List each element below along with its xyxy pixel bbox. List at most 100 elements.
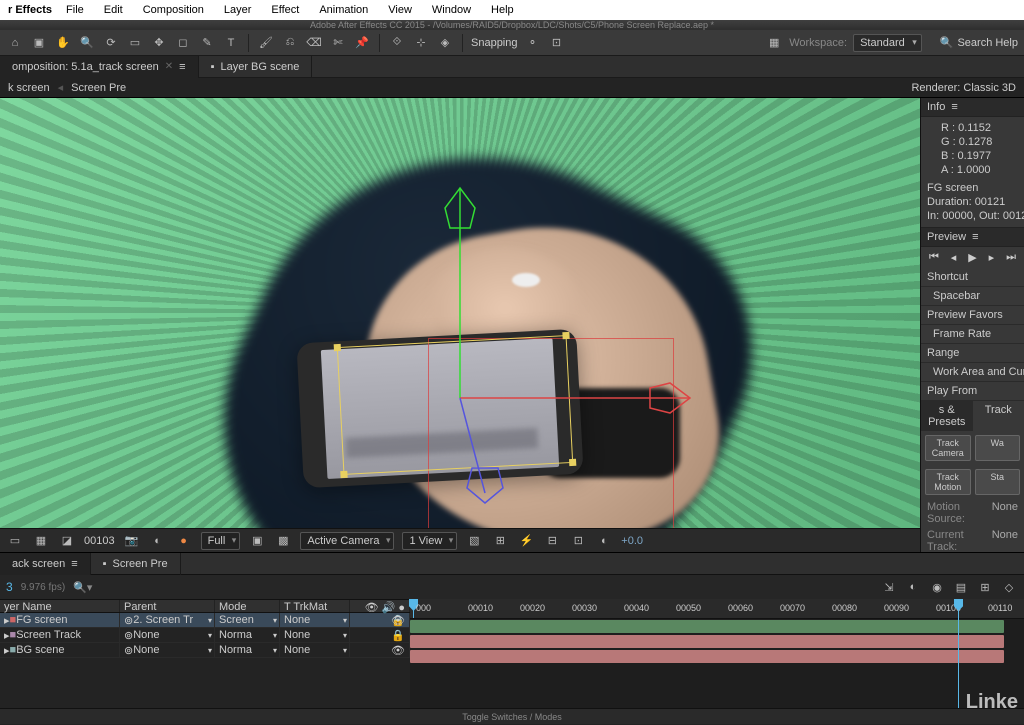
info-panel-header[interactable]: Info≡	[921, 98, 1024, 117]
view-opt-icon[interactable]: ▧	[465, 532, 483, 550]
pixel-aspect-icon[interactable]: ⊞	[491, 532, 509, 550]
axis-world-icon[interactable]: ⊹	[412, 34, 430, 52]
brainstorm-icon[interactable]: ⊞	[976, 578, 994, 596]
home-tool-icon[interactable]: ⌂	[6, 34, 24, 52]
menu-help[interactable]: Help	[481, 4, 524, 16]
snapshot-icon[interactable]: 📷	[123, 532, 141, 550]
layer-row-screen-track[interactable]: ▸ ■ Screen Track ⊚ None Norma None 🔒	[0, 628, 410, 643]
track-bar-bg[interactable]	[410, 650, 1004, 663]
selection-tool-icon[interactable]: ▣	[30, 34, 48, 52]
handle-br[interactable]	[569, 459, 576, 466]
layer-switches[interactable]: 👁	[350, 643, 410, 657]
pen-tool-icon[interactable]: ✎	[198, 34, 216, 52]
last-frame-icon[interactable]: ⏭	[1006, 251, 1016, 264]
preview-panel-header[interactable]: Preview≡	[921, 228, 1024, 247]
menu-window[interactable]: Window	[422, 4, 481, 16]
parent-dropdown[interactable]: ⊚ None	[120, 643, 215, 657]
breadcrumb-item[interactable]: Screen Pre	[63, 82, 134, 94]
hand-tool-icon[interactable]: ✋	[54, 34, 72, 52]
play-icon[interactable]: ▶	[968, 251, 976, 264]
parent-dropdown[interactable]: ⊚ None	[120, 628, 215, 642]
panel-menu-icon[interactable]: ≡	[951, 101, 957, 113]
tab-menu-icon[interactable]: ≡	[179, 61, 185, 73]
mask-toggle-icon[interactable]: ◪	[58, 532, 76, 550]
shy-icon[interactable]: ⇲	[880, 578, 898, 596]
current-frame[interactable]: 00103	[84, 535, 115, 547]
trkmat-dropdown[interactable]: None	[280, 613, 350, 627]
mode-dropdown[interactable]: Screen	[215, 613, 280, 627]
stabilize-motion-button[interactable]: Sta	[975, 469, 1021, 495]
type-tool-icon[interactable]: T	[222, 34, 240, 52]
track-bar-fg[interactable]	[410, 620, 1004, 633]
track-bar-screen-track[interactable]	[410, 635, 1004, 648]
exposure-value[interactable]: +0.0	[621, 535, 643, 547]
next-frame-icon[interactable]: ▸	[989, 251, 995, 264]
current-time[interactable]: 3	[6, 580, 13, 594]
auto-keyframe-icon[interactable]: ◇	[1000, 578, 1018, 596]
renderer-selector[interactable]: Renderer: Classic 3D	[911, 82, 1024, 94]
rotate-tool-icon[interactable]: ⟳	[102, 34, 120, 52]
mode-dropdown[interactable]: Norma	[215, 643, 280, 657]
roto-tool-icon[interactable]: ✄	[329, 34, 347, 52]
menu-file[interactable]: File	[56, 4, 94, 16]
timeline-tracks[interactable]: 0000001000020000300004000050000600007000…	[410, 599, 1024, 708]
warp-stabilizer-button[interactable]: Wa	[975, 435, 1021, 461]
flowchart-icon[interactable]: ⊡	[569, 532, 587, 550]
prev-frame-icon[interactable]: ◂	[951, 251, 957, 264]
camera-tool-icon[interactable]: ▭	[126, 34, 144, 52]
trkmat-dropdown[interactable]: None	[280, 628, 350, 642]
layer-bounding-box[interactable]	[337, 335, 573, 475]
snap-edge-icon[interactable]: ⊡	[548, 34, 566, 52]
timeline-tab-screen-pre[interactable]: ▪ Screen Pre	[91, 553, 181, 575]
snap-opt-icon[interactable]: ⚬	[524, 34, 542, 52]
panel-menu-icon[interactable]: ≡	[972, 231, 978, 243]
exposure-reset-icon[interactable]: ◐	[595, 532, 613, 550]
tab-menu-icon[interactable]: ≡	[71, 558, 77, 570]
menu-composition[interactable]: Composition	[133, 4, 214, 16]
layer-row-fg-screen[interactable]: ▸ ■ FG screen ⊚ 2. Screen Tr Screen None…	[0, 613, 410, 628]
search-help[interactable]: 🔍 Search Help	[940, 36, 1018, 49]
grid-icon[interactable]: ▦	[32, 532, 50, 550]
mode-dropdown[interactable]: Norma	[215, 628, 280, 642]
snapping-toggle[interactable]: Snapping	[471, 37, 518, 49]
resolution-dropdown[interactable]: Full	[201, 532, 241, 550]
workspace-dropdown[interactable]: Standard	[853, 34, 922, 52]
mask-tool-icon[interactable]: ◻	[174, 34, 192, 52]
axis-local-icon[interactable]: ⟐	[388, 34, 406, 52]
tab-close-icon[interactable]: ✕	[165, 61, 173, 72]
comp-tab-track-screen[interactable]: omposition: 5.1a_track screen ✕ ≡	[0, 56, 199, 78]
magnify-icon[interactable]: ▭	[6, 532, 24, 550]
preview-range-value[interactable]: Work Area and Curre	[921, 363, 1024, 382]
playhead-start[interactable]	[413, 599, 414, 618]
color-icon[interactable]: ●	[175, 532, 193, 550]
clone-tool-icon[interactable]: ⎌	[281, 34, 299, 52]
comp-tab-layer-bg[interactable]: ▪ Layer BG scene	[199, 56, 313, 78]
motion-blur-icon[interactable]: ◉	[928, 578, 946, 596]
zoom-tool-icon[interactable]: 🔍	[78, 34, 96, 52]
layer-color-icon[interactable]: ■	[10, 644, 17, 656]
layer-color-icon[interactable]: ■	[10, 629, 17, 641]
timeline-icon[interactable]: ⊟	[543, 532, 561, 550]
panbehind-tool-icon[interactable]: ✥	[150, 34, 168, 52]
menu-layer[interactable]: Layer	[214, 4, 262, 16]
menu-view[interactable]: View	[378, 4, 422, 16]
layer-switches[interactable]: 🔒	[350, 628, 410, 642]
playhead-current[interactable]	[958, 599, 959, 708]
fast-preview-icon[interactable]: ⚡	[517, 532, 535, 550]
views-dropdown[interactable]: 1 View	[402, 532, 457, 550]
layer-switches[interactable]: 👁	[350, 613, 410, 627]
puppet-tool-icon[interactable]: 📌	[353, 34, 371, 52]
preview-shortcut-value[interactable]: Spacebar	[921, 287, 1024, 306]
toggle-switches-button[interactable]: Toggle Switches / Modes	[0, 708, 1024, 724]
breadcrumb-item[interactable]: k screen	[0, 82, 58, 94]
track-motion-button[interactable]: Track Motion	[925, 469, 971, 495]
axis-view-icon[interactable]: ◈	[436, 34, 454, 52]
trkmat-dropdown[interactable]: None	[280, 643, 350, 657]
layer-color-icon[interactable]: ■	[10, 614, 17, 626]
handle-tr[interactable]	[562, 332, 569, 339]
graph-editor-icon[interactable]: ▤	[952, 578, 970, 596]
transparency-icon[interactable]: ▩	[274, 532, 292, 550]
motion-source-dropdown[interactable]: None	[992, 501, 1018, 525]
timeline-tab-track-screen[interactable]: ack screen ≡	[0, 553, 91, 575]
channel-icon[interactable]: ◐	[149, 532, 167, 550]
